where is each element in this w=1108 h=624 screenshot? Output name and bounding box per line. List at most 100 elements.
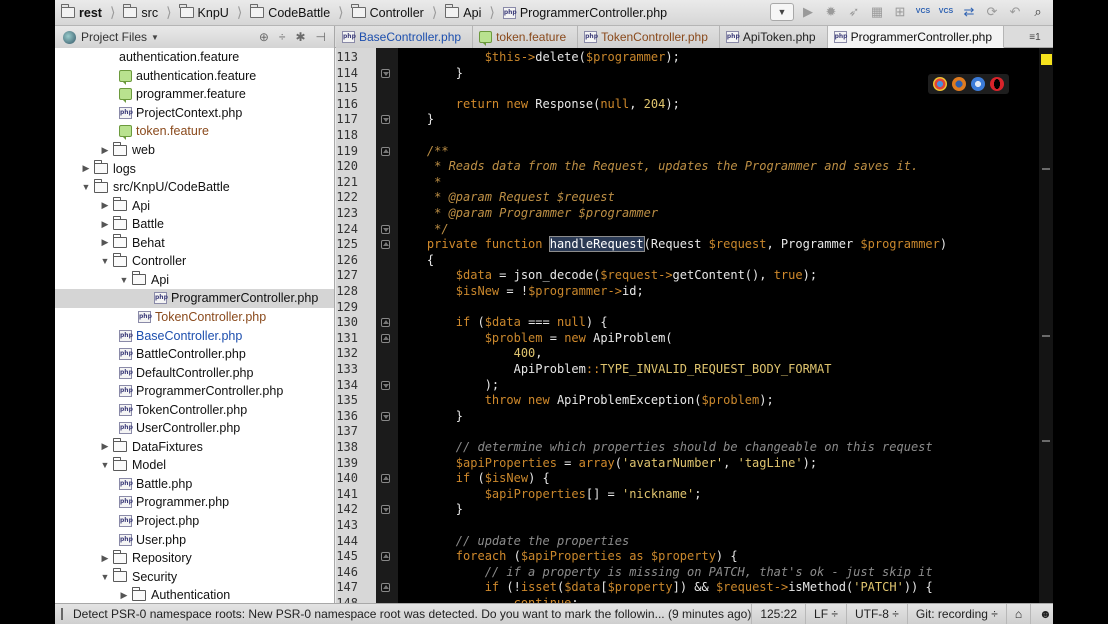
hide-panel-icon[interactable]: ⊣ <box>316 30 326 44</box>
fold-open-icon[interactable] <box>381 240 390 250</box>
tree-file[interactable]: php TokenController.php <box>138 308 266 327</box>
gear-icon[interactable]: ✱ <box>295 30 305 44</box>
scroll-marker[interactable] <box>1042 440 1050 442</box>
tree-file[interactable]: php Project.php <box>119 512 199 531</box>
tree-folder[interactable]: ▶ Battle <box>97 215 164 234</box>
expand-open-icon[interactable]: ▼ <box>97 572 113 582</box>
build-icon[interactable]: ▦ <box>868 3 886 21</box>
expand-closed-icon[interactable]: ▶ <box>97 237 113 248</box>
editor-scrollbar[interactable] <box>1039 48 1053 603</box>
fold-open-icon[interactable] <box>381 474 390 484</box>
breadcrumb-item[interactable]: src ⟩ <box>122 0 179 26</box>
expand-closed-icon[interactable]: ▶ <box>78 163 94 174</box>
fold-close-icon[interactable] <box>381 115 390 125</box>
opera-icon[interactable] <box>990 77 1004 91</box>
tree-folder[interactable]: ▶ logs <box>78 159 136 178</box>
editor-tab[interactable]: php BaseController.php <box>336 26 474 48</box>
compare-icon[interactable]: ⇄ <box>960 3 978 21</box>
tree-file[interactable]: php Programmer.php <box>119 493 229 512</box>
firefox-icon[interactable] <box>952 77 966 91</box>
tree-folder[interactable]: ▼ Controller <box>97 252 186 271</box>
vcs-vcs2-icon[interactable]: VCS <box>937 3 955 21</box>
tree-file[interactable]: authentication.feature <box>119 48 239 67</box>
tree-file[interactable]: authentication.feature <box>119 67 256 86</box>
expand-open-icon[interactable]: ▼ <box>97 460 113 470</box>
expand-closed-icon[interactable]: ▶ <box>97 200 113 211</box>
vcs-branch[interactable]: Git: recording ÷ <box>906 603 1006 624</box>
tree-file[interactable]: php BaseController.php <box>119 326 242 345</box>
fold-open-icon[interactable] <box>381 583 390 593</box>
chrome-icon[interactable] <box>933 77 947 91</box>
debug-icon[interactable]: ✹ <box>822 3 840 21</box>
sdk-icon[interactable]: ⊞ <box>891 3 909 21</box>
expand-closed-icon[interactable]: ▶ <box>97 553 113 564</box>
crosshair-icon[interactable]: ⊕ <box>259 30 269 44</box>
fold-close-icon[interactable] <box>381 380 390 390</box>
scroll-marker[interactable] <box>1042 168 1050 170</box>
fold-open-icon[interactable] <box>381 333 390 343</box>
tree-folder[interactable]: ▼ Model <box>97 456 166 475</box>
editor-tab[interactable]: token.feature <box>473 26 579 48</box>
lock-icon[interactable]: ⌂ <box>1005 603 1030 624</box>
tool-windows-icon[interactable] <box>61 608 63 620</box>
fold-close-icon[interactable] <box>381 224 390 234</box>
run-icon[interactable]: ▶ <box>799 3 817 21</box>
tree-file[interactable]: php ProgrammerController.php <box>55 289 334 308</box>
tree-folder[interactable]: ▶ web <box>97 141 155 160</box>
tree-folder[interactable]: ▼ Security <box>97 567 177 586</box>
code-area[interactable]: $this->delete($programmer); } return new… <box>398 48 1039 603</box>
tree-file[interactable]: token.feature <box>119 122 209 141</box>
editor-tab[interactable]: php TokenController.php <box>578 26 720 48</box>
line-separator[interactable]: LF ÷ <box>805 603 846 624</box>
undo-icon[interactable]: ↶ <box>1006 3 1024 21</box>
editor-tab[interactable]: php ProgrammerController.php <box>827 26 1005 48</box>
tree-file[interactable]: php BattleController.php <box>119 345 246 364</box>
fold-open-icon[interactable] <box>381 318 390 328</box>
expand-closed-icon[interactable]: ▶ <box>97 145 113 156</box>
breadcrumb-item[interactable]: CodeBattle ⟩ <box>249 0 351 26</box>
warning-marker-icon[interactable] <box>1041 54 1052 65</box>
breadcrumb-item[interactable]: Api ⟩ <box>444 0 503 26</box>
tree-folder[interactable]: ▶ Authentication <box>116 586 230 603</box>
tree-folder[interactable]: ▶ Api <box>97 196 150 215</box>
tree-file[interactable]: php TokenController.php <box>119 400 247 419</box>
caret-position[interactable]: 125:22 <box>751 603 805 624</box>
history-icon[interactable]: ⟳ <box>983 3 1001 21</box>
breadcrumb-item[interactable]: php ProgrammerController.php <box>502 0 675 26</box>
expand-open-icon[interactable]: ▼ <box>78 182 94 192</box>
tree-file[interactable]: programmer.feature <box>119 85 246 104</box>
tree-file[interactable]: php ProgrammerController.php <box>119 382 283 401</box>
collapse-icon[interactable]: ÷ <box>279 30 286 44</box>
expand-open-icon[interactable]: ▼ <box>97 256 113 266</box>
status-message[interactable]: Detect PSR-0 namespace roots: New PSR-0 … <box>73 607 751 621</box>
file-encoding[interactable]: UTF-8 ÷ <box>845 603 907 624</box>
expand-closed-icon[interactable]: ▶ <box>116 590 132 601</box>
tree-folder[interactable]: ▶ DataFixtures <box>97 438 203 457</box>
tree-folder[interactable]: ▼ Api <box>116 271 169 290</box>
editor-tab[interactable]: php ApiToken.php <box>719 26 828 48</box>
coverage-icon[interactable]: ➶ <box>845 3 863 21</box>
breadcrumb-item[interactable]: rest ⟩ <box>60 0 123 26</box>
fold-close-icon[interactable] <box>381 411 390 421</box>
run-config-dropdown[interactable]: ▼ <box>770 3 794 21</box>
search-icon[interactable]: ⌕ <box>1029 3 1047 21</box>
expand-open-icon[interactable]: ▼ <box>116 275 132 285</box>
project-view-selector[interactable]: Project Files ▼ <box>63 28 173 46</box>
fold-open-icon[interactable] <box>381 552 390 562</box>
code-editor[interactable]: 113 114 115 116 117 118 119 120 121 122 123 124 125 1… <box>336 48 1053 603</box>
breadcrumb-item[interactable]: KnpU ⟩ <box>179 0 251 26</box>
breadcrumb-item[interactable]: Controller ⟩ <box>351 0 446 26</box>
expand-closed-icon[interactable]: ▶ <box>97 441 113 452</box>
vcs-vcs1-icon[interactable]: VCS <box>914 3 932 21</box>
scroll-marker[interactable] <box>1042 335 1050 337</box>
tabs-overflow-button[interactable]: ≡1 <box>1017 26 1053 48</box>
tree-file[interactable]: php DefaultController.php <box>119 363 253 382</box>
tree-folder[interactable]: ▼ src/KnpU/CodeBattle <box>78 178 230 197</box>
tree-file[interactable]: php Battle.php <box>119 475 192 494</box>
tree-file[interactable]: php ProjectContext.php <box>119 104 242 123</box>
tree-folder[interactable]: ▶ Behat <box>97 234 165 253</box>
fold-close-icon[interactable] <box>381 68 390 78</box>
expand-closed-icon[interactable]: ▶ <box>97 219 113 230</box>
inspector-icon[interactable]: ☻ <box>1030 603 1060 624</box>
tree-file[interactable]: php UserController.php <box>119 419 240 438</box>
